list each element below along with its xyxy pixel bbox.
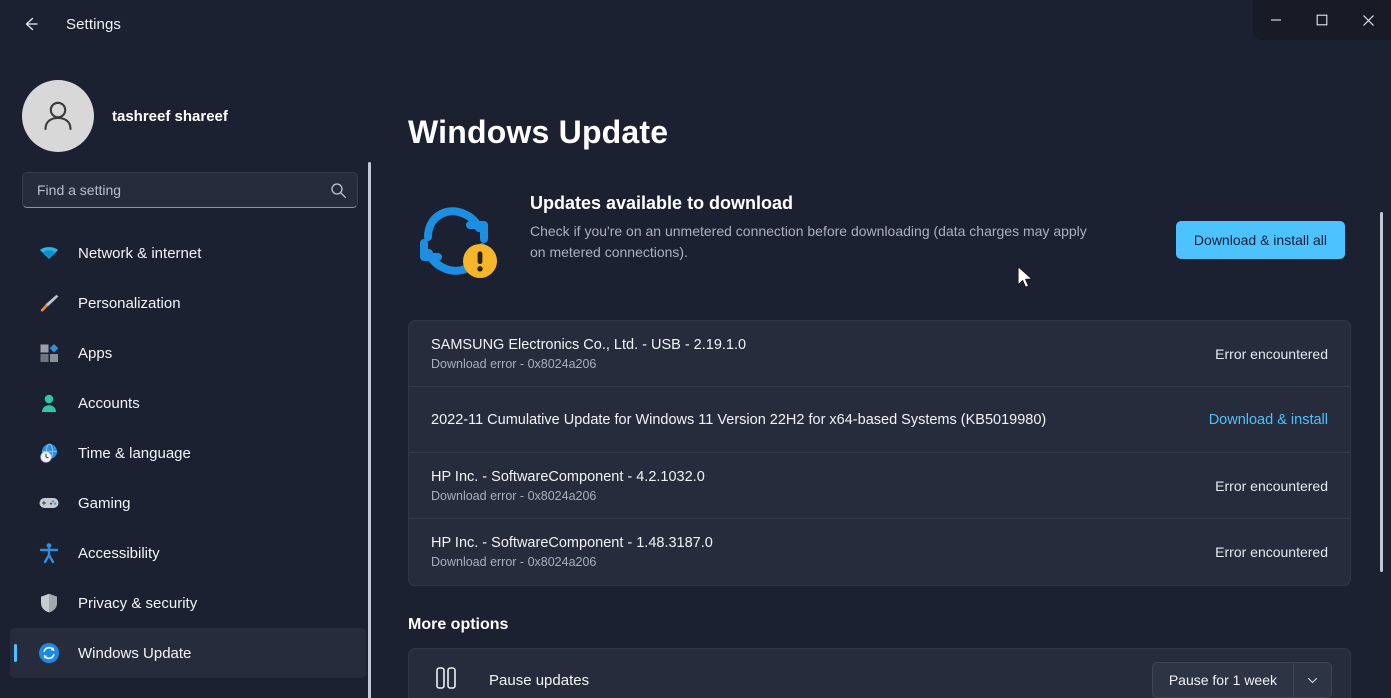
avatar: [22, 80, 94, 152]
clock-globe-icon: [36, 440, 62, 466]
update-info: SAMSUNG Electronics Co., Ltd. - USB - 2.…: [431, 337, 746, 371]
status-badge: Error encountered: [1215, 345, 1328, 362]
gamepad-icon: [36, 490, 62, 516]
shield-icon: [36, 590, 62, 616]
sidebar-item-privacy-security[interactable]: Privacy & security: [10, 578, 366, 628]
update-info: HP Inc. - SoftwareComponent - 4.2.1032.0…: [431, 469, 705, 503]
title-bar: Settings: [0, 0, 1391, 62]
download-install-all-button[interactable]: Download & install all: [1175, 220, 1345, 259]
table-row[interactable]: HP Inc. - SoftwareComponent - 4.2.1032.0…: [409, 453, 1350, 519]
update-error: Download error - 0x8024a206: [431, 555, 597, 569]
table-row[interactable]: SAMSUNG Electronics Co., Ltd. - USB - 2.…: [409, 321, 1350, 387]
main-content: Windows Update Updates available to down…: [380, 62, 1391, 698]
update-refresh-icon: [36, 640, 62, 666]
update-info: HP Inc. - SoftwareComponent - 1.48.3187.…: [431, 535, 713, 569]
pause-updates-left: Pause updates: [431, 665, 589, 696]
pause-duration-value[interactable]: Pause for 1 week: [1153, 663, 1293, 697]
maximize-icon: [1316, 14, 1328, 26]
search-icon: [331, 182, 346, 198]
maximize-button[interactable]: [1299, 0, 1345, 40]
pause-duration-split-button: Pause for 1 week: [1151, 662, 1332, 698]
sync-warning-icon: [408, 187, 504, 292]
main-scrollbar-thumb[interactable]: [1380, 212, 1383, 572]
sidebar-item-label: Personalization: [78, 294, 181, 312]
sidebar-nav: Network & internet Personalization Apps …: [0, 228, 380, 678]
page-title: Windows Update: [408, 114, 669, 150]
profile-block[interactable]: tashreef shareef: [0, 62, 380, 158]
content-area: tashreef shareef Networ: [0, 62, 1391, 698]
sidebar-item-gaming[interactable]: Gaming: [10, 478, 366, 528]
pause-icon: [431, 665, 461, 696]
sidebar-item-label: Windows Update: [78, 644, 192, 662]
avatar-person-icon: [44, 101, 72, 131]
update-error: Download error - 0x8024a206: [431, 488, 597, 503]
main-panel: Windows Update Updates available to down…: [380, 62, 1391, 698]
search-input[interactable]: [37, 182, 330, 198]
sidebar: tashreef shareef Networ: [0, 62, 380, 698]
more-options-heading: More options: [408, 616, 509, 633]
banner-title: Updates available to download: [530, 193, 794, 213]
update-title: HP Inc. - SoftwareComponent - 1.48.3187.…: [431, 535, 713, 551]
sidebar-item-label: Network & internet: [78, 244, 202, 262]
window-controls: [1253, 0, 1391, 40]
sidebar-item-label: Time & language: [78, 444, 191, 462]
update-title: 2022-11 Cumulative Update for Windows 11…: [431, 411, 1047, 428]
sidebar-item-label: Privacy & security: [78, 594, 198, 612]
pause-updates-label: Pause updates: [489, 671, 590, 689]
sidebar-item-label: Accessibility: [78, 544, 160, 562]
chevron-down-icon: [1307, 677, 1318, 683]
profile-name: tashreef shareef: [112, 107, 228, 125]
back-arrow-icon: [25, 17, 38, 31]
update-title: SAMSUNG Electronics Co., Ltd. - USB - 2.…: [431, 336, 747, 353]
pause-duration-dropdown-toggle[interactable]: [1293, 663, 1331, 697]
accessibility-icon: [36, 540, 62, 566]
search-box[interactable]: [22, 172, 358, 208]
banner-subtitle: Check if you're on an unmetered connecti…: [530, 223, 1087, 260]
status-badge: Error encountered: [1215, 477, 1328, 494]
paintbrush-icon: [36, 290, 62, 316]
apps-icon: [36, 340, 62, 366]
update-status-banner: Updates available to download Check if y…: [408, 187, 1351, 292]
title-bar-left: Settings: [0, 0, 121, 48]
minimize-button[interactable]: [1253, 0, 1299, 40]
close-icon: [1362, 14, 1374, 26]
sidebar-item-apps[interactable]: Apps: [10, 328, 366, 378]
update-info: 2022-11 Cumulative Update for Windows 11…: [431, 412, 1046, 428]
table-row[interactable]: 2022-11 Cumulative Update for Windows 11…: [409, 387, 1350, 453]
table-row[interactable]: HP Inc. - SoftwareComponent - 1.48.3187.…: [409, 519, 1350, 585]
sidebar-scrollbar-thumb[interactable]: [368, 162, 371, 698]
settings-window: Settings tashreef shareef Find a setting…: [0, 0, 1391, 698]
updates-list: SAMSUNG Electronics Co., Ltd. - USB - 2.…: [408, 320, 1351, 586]
sidebar-item-label: Gaming: [78, 494, 131, 512]
update-title: HP Inc. - SoftwareComponent - 4.2.1032.0: [431, 468, 705, 485]
download-install-link[interactable]: Download & install: [1209, 412, 1328, 428]
update-error: Download error - 0x8024a206: [431, 356, 597, 371]
app-title: Settings: [66, 15, 121, 33]
wifi-icon: [36, 240, 62, 266]
person-icon: [36, 390, 62, 416]
close-button[interactable]: [1345, 0, 1391, 40]
sidebar-item-windows-update[interactable]: Windows Update: [10, 628, 366, 678]
sidebar-item-personalization[interactable]: Personalization: [10, 278, 366, 328]
sidebar-item-time-language[interactable]: Time & language: [10, 428, 366, 478]
banner-text: Updates available to download Check if y…: [530, 187, 1150, 262]
back-button[interactable]: [14, 7, 48, 41]
sidebar-item-label: Accounts: [78, 394, 140, 412]
minimize-icon: [1271, 19, 1281, 21]
sidebar-item-network-internet[interactable]: Network & internet: [10, 228, 366, 278]
pause-updates-row[interactable]: Pause updates Pause for 1 week: [408, 648, 1351, 698]
status-badge: Error encountered: [1215, 544, 1328, 560]
sidebar-item-label: Apps: [78, 344, 113, 362]
sidebar-item-accessibility[interactable]: Accessibility: [10, 528, 366, 578]
sidebar-item-accounts[interactable]: Accounts: [10, 378, 366, 428]
